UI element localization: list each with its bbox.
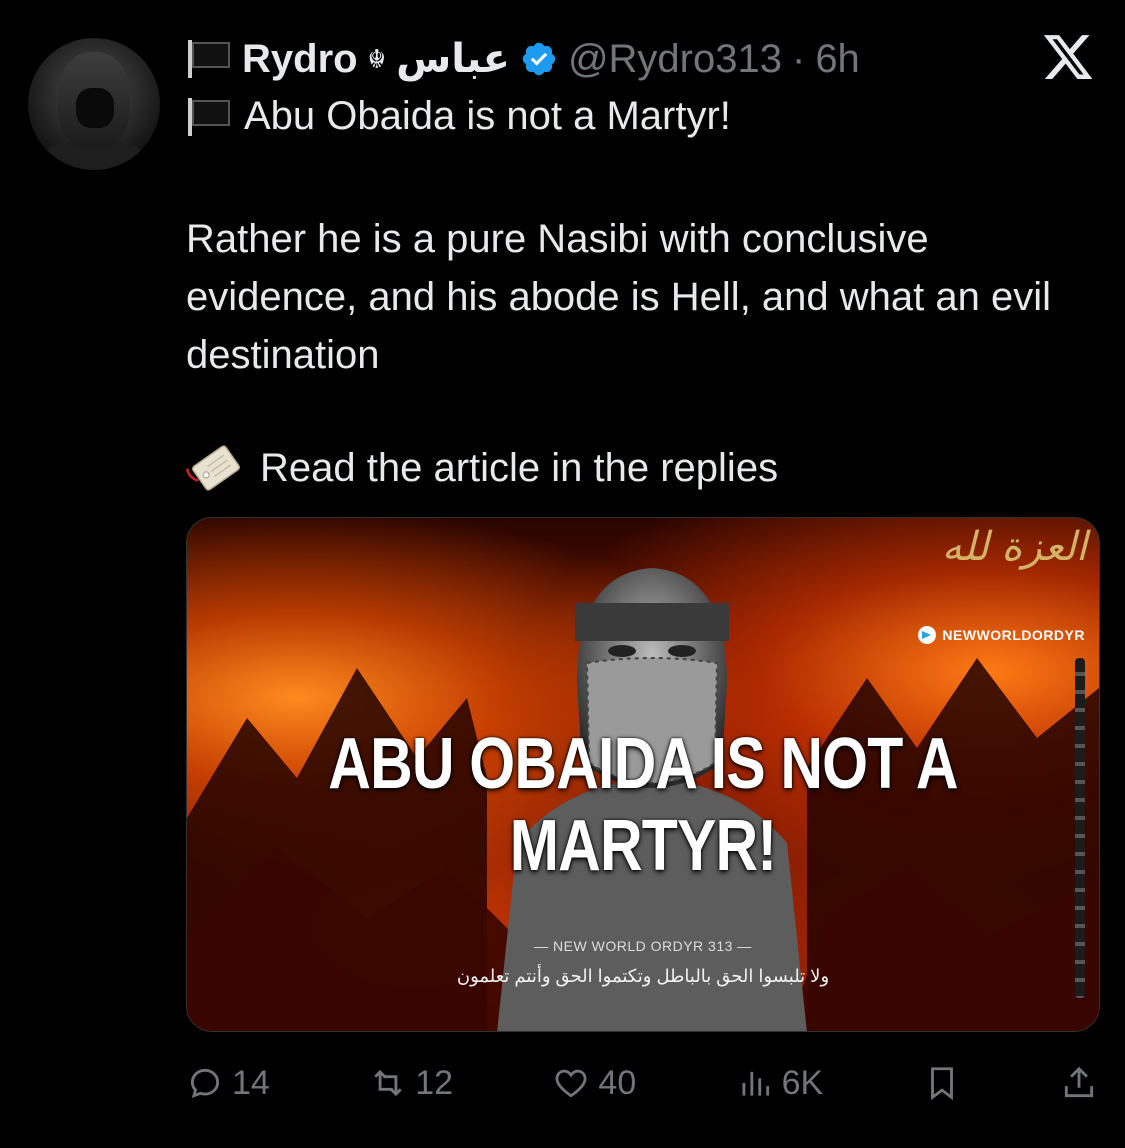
share-button[interactable] [1060, 1064, 1098, 1102]
views-button[interactable]: 6K [736, 1063, 824, 1103]
tweet-actions: 14 12 40 6K [186, 1060, 1098, 1106]
tweet-paragraph: Rather he is a pure Nasibi with conclusi… [186, 217, 1051, 377]
like-button[interactable]: 40 [552, 1064, 636, 1103]
heart-icon [555, 1069, 587, 1098]
media-headline: ABU OBAIDA IS NOT A MARTYR! [328, 724, 958, 886]
reply-icon [190, 1068, 220, 1098]
tweet-read-line: Read the article in the replies [186, 438, 778, 498]
bookmark-icon [930, 1067, 953, 1101]
tweet-media-image[interactable]: العزة لله NEWWORLDORDYR ABU OBAIDA IS NO… [186, 517, 1100, 1032]
telegram-icon [918, 626, 937, 644]
media-verse: ولا تلبسوا الحق بالباطل وتكتموا الحق وأن… [456, 966, 830, 986]
views-count: 6K [781, 1063, 824, 1102]
tweet-first-line-text: Abu Obaida is not a Martyr! [244, 94, 731, 138]
author-emblem: ☬ [367, 43, 387, 74]
tweet-header: Rydro ☬ عباس @Rydro313 · 6h [186, 34, 860, 84]
media-arabic-calligraphy: العزة لله [941, 524, 1087, 570]
black-flag-icon [186, 97, 232, 136]
bookmark-button[interactable] [923, 1064, 961, 1102]
repost-count: 12 [415, 1063, 454, 1102]
repost-button[interactable]: 12 [369, 1064, 453, 1103]
media-channel-name: NEWWORLDORDYR [942, 627, 1085, 643]
media-channel-tag: NEWWORLDORDYR [918, 626, 1085, 644]
avatar-face-shadow [76, 88, 114, 128]
reply-count: 14 [232, 1063, 270, 1102]
bookmark-tabs-icon [186, 445, 240, 491]
avatar[interactable] [28, 38, 160, 170]
like-count: 40 [598, 1063, 637, 1102]
author-name[interactable]: Rydro [242, 37, 358, 82]
x-logo-icon [1043, 35, 1093, 79]
verified-badge-icon [522, 42, 556, 76]
reply-button[interactable]: 14 [186, 1064, 270, 1103]
views-icon [742, 1071, 769, 1096]
share-icon [1064, 1066, 1094, 1098]
media-caption: — NEW WORLD ORDYR 313 — [534, 938, 752, 954]
author-handle[interactable]: @Rydro313 [568, 37, 782, 82]
tweet-first-line: Abu Obaida is not a Martyr! [186, 94, 731, 139]
separator-dot: · [791, 36, 806, 81]
tweet-timestamp[interactable]: 6h [815, 37, 860, 82]
author-arabic-name[interactable]: عباس [396, 36, 510, 82]
black-flag-icon [186, 40, 232, 78]
repost-icon [374, 1069, 402, 1097]
read-article-text: Read the article in the replies [260, 445, 779, 490]
